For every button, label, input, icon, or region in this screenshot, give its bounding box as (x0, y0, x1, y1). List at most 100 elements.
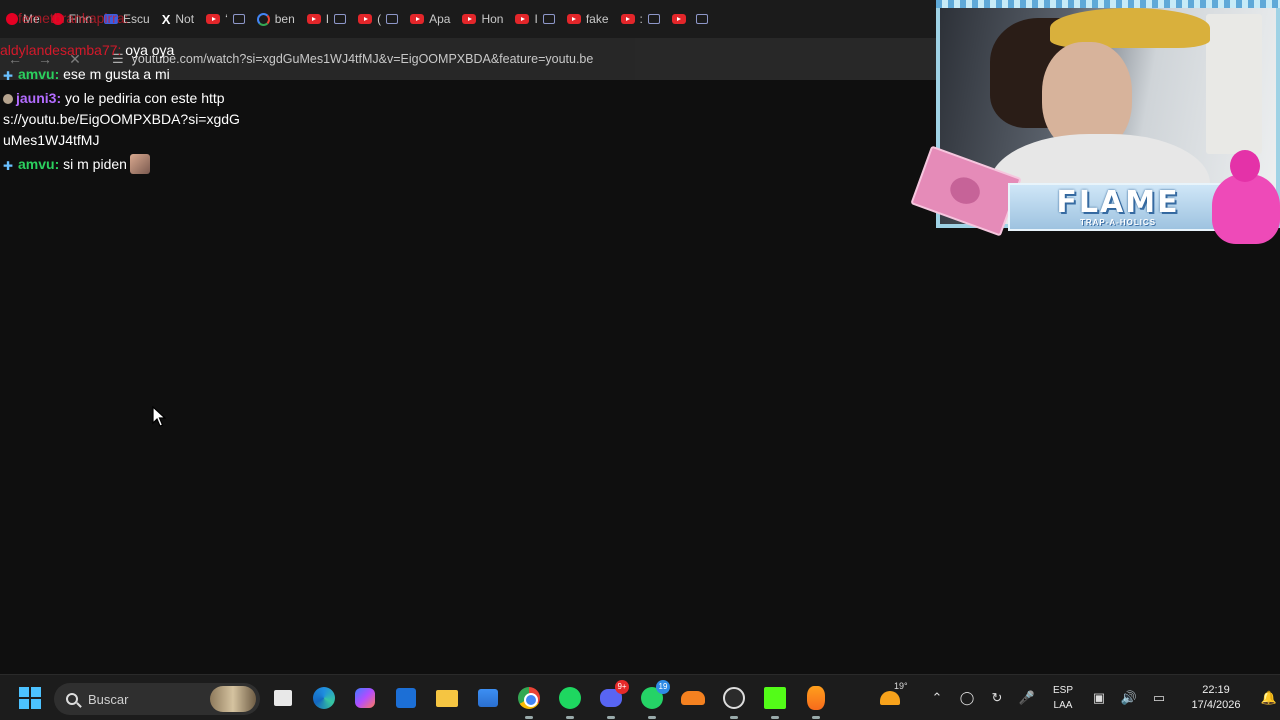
copilot-icon (355, 688, 375, 708)
banner-subtitle: TRAP-A-HOLICS (1079, 217, 1157, 227)
tab-label: ‘ (225, 12, 228, 26)
copilot-button[interactable] (350, 683, 380, 713)
tab-label: Apa (429, 12, 451, 26)
spotify-button[interactable] (555, 683, 585, 719)
chat-username: aldylandesamba77: (0, 42, 122, 58)
defender-icon[interactable]: ◯ (952, 690, 982, 706)
chat-message: jauni3: yo le pediria con este https://y… (0, 88, 240, 151)
tab[interactable]: ‘ (200, 0, 251, 38)
tab[interactable]: ben (251, 0, 301, 38)
file-explorer-button[interactable] (432, 683, 462, 713)
search-placeholder: Buscar (88, 691, 129, 707)
youtube-icon (620, 14, 635, 24)
task-view-icon (274, 690, 292, 706)
youtube-icon (410, 14, 425, 24)
pip-icon (386, 14, 399, 24)
notification-bell-icon[interactable]: 🔔 (1258, 690, 1280, 706)
tab-label: I (534, 12, 538, 26)
chevron-up-icon[interactable]: ⌃ (922, 690, 952, 706)
pip-icon (542, 14, 555, 24)
discord-button[interactable]: 9+ (596, 680, 629, 719)
task-view-button[interactable] (268, 683, 298, 713)
edge-icon (313, 687, 335, 709)
tab-label: Not (175, 12, 195, 26)
tab[interactable]: fake (561, 0, 615, 38)
tab-label: I (325, 12, 330, 26)
pinterest-icon (6, 13, 18, 25)
tab[interactable]: X Not (156, 0, 200, 38)
pip-icon (647, 14, 660, 24)
tab[interactable]: I (509, 0, 560, 38)
chat-text: ese m gusta a mi (59, 66, 170, 82)
youtube-icon (671, 14, 686, 24)
tab[interactable]: I (301, 0, 352, 38)
chat-message: aldylandesamba77: oya oya (0, 40, 174, 60)
youtube-icon (515, 14, 530, 24)
chat-text: si m piden (59, 156, 127, 172)
obs-button[interactable] (719, 683, 749, 719)
face-emote-icon (129, 154, 150, 174)
banner-title: FLAME (1056, 184, 1180, 220)
sync-icon[interactable]: ↻ (982, 690, 1012, 706)
clock-time: 22:19 (1202, 684, 1230, 696)
chat-message: ✚ amvu: si m piden (0, 154, 460, 175)
search-icon (66, 693, 78, 705)
tab-label: ( (377, 12, 382, 26)
hat-badge-icon (3, 94, 13, 104)
battery-icon[interactable]: ▭ (1144, 690, 1174, 706)
clock-date: 17/4/2026 (1191, 699, 1241, 711)
edge-button[interactable] (309, 683, 339, 713)
weather-widget[interactable]: 19° (874, 675, 910, 720)
cloudflare-icon (681, 691, 705, 705)
fl-studio-icon (807, 686, 825, 710)
whatsapp-button[interactable]: 19 (637, 680, 670, 719)
youtube-icon (566, 14, 581, 24)
store-button[interactable] (473, 683, 503, 713)
kick-button[interactable] (760, 683, 790, 719)
x-icon: X (161, 11, 171, 27)
spotify-icon (559, 687, 581, 709)
tab[interactable] (666, 0, 714, 38)
weather-icon (880, 691, 900, 705)
language-indicator[interactable]: ESP LAA (1046, 683, 1080, 713)
chat-username: amvu: (18, 66, 60, 82)
folder-icon (436, 689, 458, 707)
tab[interactable]: ( (352, 0, 404, 38)
network-icon[interactable]: ▣ (1084, 690, 1114, 706)
chrome-button[interactable] (514, 683, 544, 719)
youtube-icon (206, 14, 221, 24)
clock[interactable]: 22:19 17/4/2026 (1180, 683, 1252, 713)
youtube-icon (306, 14, 321, 24)
chat-message: ✚ amvu: ese m gusta a mi (0, 64, 460, 85)
pip-icon (232, 14, 245, 24)
volume-icon[interactable]: 🔊 (1114, 690, 1144, 706)
weather-temperature: 19° (894, 681, 908, 691)
outlook-button[interactable] (391, 683, 421, 713)
windows-start-icon[interactable] (19, 687, 41, 709)
sword-badge-icon: ✚ (3, 159, 14, 173)
taskbar-search[interactable]: Buscar (54, 683, 260, 715)
tab-label: Hon (481, 12, 504, 26)
tab[interactable]: Hon (456, 0, 509, 38)
pip-icon (695, 14, 708, 24)
language-code: ESP (1052, 685, 1073, 696)
search-highlight-image (210, 686, 256, 712)
chat-username: amvu: (18, 156, 60, 172)
tab[interactable]: Apa (404, 0, 456, 38)
store-icon (478, 689, 498, 707)
fl-studio-button[interactable] (801, 683, 831, 719)
cloudflare-button[interactable] (678, 683, 708, 713)
webcam-fridge (1206, 14, 1262, 154)
keyboard-layout: LAA (1053, 700, 1073, 711)
microphone-icon[interactable]: 🎤 (1012, 690, 1042, 706)
chat-ghost-username: fernetbrankapirra: (18, 10, 129, 26)
chat-list: ✚ amvu: ese m gusta a mi jauni3: yo le pe… (0, 64, 460, 175)
taskbar-apps: 9+ 19 (268, 680, 831, 719)
youtube-icon (358, 14, 373, 24)
flame-banner: FLAME TRAP-A-HOLICS (1008, 183, 1228, 231)
chrome-icon (518, 687, 540, 709)
tab[interactable]: : (615, 0, 666, 38)
chat-username: jauni3: (16, 90, 62, 106)
sword-badge-icon: ✚ (3, 69, 14, 83)
youtube-icon (462, 14, 477, 24)
